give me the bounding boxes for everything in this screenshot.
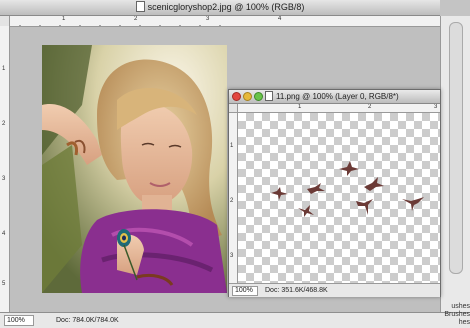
bird-silhouette[interactable] — [402, 195, 424, 211]
main-window-title-container: scenicgloryshop2.jpg @ 100% (RGB/8) — [0, 1, 440, 12]
ruler-label: 1 — [298, 104, 302, 110]
bird-silhouette[interactable] — [356, 199, 374, 215]
ruler-label: 1 — [62, 16, 66, 22]
png-window-titlebar[interactable]: 11.png @ 100% (Layer 0, RGB/8*) — [229, 90, 440, 104]
transparent-canvas[interactable] — [238, 113, 440, 283]
bird-silhouette[interactable] — [339, 161, 359, 176]
panel-label[interactable]: ushes — [440, 303, 470, 310]
ruler-corner[interactable] — [229, 104, 238, 113]
panel-label[interactable]: hes — [440, 319, 470, 326]
panel-label[interactable]: Brushes — [440, 311, 470, 318]
png-document-window: 11.png @ 100% (Layer 0, RGB/8*) 1 2 3 1 … — [228, 89, 441, 297]
png-status-bar: 100% Doc: 351.6K/468.8K — [229, 283, 440, 297]
ruler-label: 2 — [2, 121, 6, 127]
ruler-label: 2 — [368, 104, 372, 110]
portrait-photo-drawing — [42, 45, 227, 293]
horizontal-ruler[interactable]: 1 2 3 4 — [10, 16, 440, 27]
document-icon — [265, 91, 273, 101]
doc-size-info[interactable]: Doc: 351.6K/468.8K — [265, 287, 328, 294]
horizontal-ruler[interactable]: 1 2 3 — [238, 104, 440, 113]
minimize-button[interactable] — [243, 92, 252, 101]
zoom-field[interactable]: 100% — [4, 315, 34, 326]
png-window-title-container: 11.png @ 100% (Layer 0, RGB/8*) — [265, 91, 437, 101]
png-window-title: 11.png @ 100% (Layer 0, RGB/8*) — [276, 92, 399, 101]
main-window-title: scenicgloryshop2.jpg @ 100% (RGB/8) — [147, 2, 305, 12]
bird-silhouette[interactable] — [307, 183, 325, 195]
vertical-ruler[interactable]: 1 2 3 — [229, 113, 238, 283]
ruler-label: 5 — [2, 281, 6, 287]
ruler-label: 1 — [230, 143, 234, 149]
ruler-label: 2 — [230, 198, 234, 204]
bird-silhouette[interactable] — [364, 177, 384, 191]
bird-silhouette[interactable] — [271, 187, 289, 201]
doc-size-info[interactable]: Doc: 784.0K/784.0K — [56, 317, 119, 324]
ruler-label: 2 — [134, 16, 138, 22]
scrollbar-track[interactable] — [449, 22, 463, 274]
bird-silhouette[interactable] — [298, 205, 314, 218]
document-icon — [135, 1, 145, 12]
ruler-label: 3 — [230, 253, 234, 259]
ruler-label: 3 — [206, 16, 210, 22]
portrait-photo[interactable] — [42, 45, 227, 293]
vertical-ruler[interactable]: 1 2 3 4 5 — [0, 26, 10, 312]
zoom-field[interactable]: 100% — [232, 286, 258, 296]
ruler-label: 3 — [434, 104, 438, 110]
main-status-bar: 100% Doc: 784.0K/784.0K — [0, 312, 470, 328]
ruler-label: 4 — [2, 231, 6, 237]
main-window-titlebar[interactable]: scenicgloryshop2.jpg @ 100% (RGB/8) — [0, 0, 440, 16]
ruler-label: 1 — [2, 66, 6, 72]
vertical-scrollbar[interactable] — [440, 16, 470, 312]
ruler-label: 3 — [2, 176, 6, 182]
zoom-button[interactable] — [254, 92, 263, 101]
horizontal-ruler-ticks — [19, 25, 221, 26]
ruler-label: 4 — [278, 16, 282, 22]
close-button[interactable] — [232, 92, 241, 101]
